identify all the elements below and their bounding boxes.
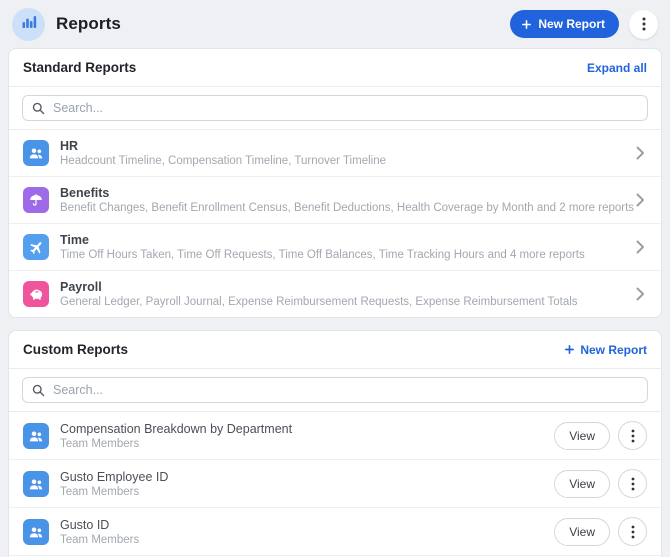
reports-logo bbox=[12, 7, 45, 41]
expand-all-link[interactable]: Expand all bbox=[587, 61, 647, 75]
people-icon bbox=[23, 470, 49, 497]
report-subtitle: Team Members bbox=[60, 437, 140, 450]
kebab-icon bbox=[631, 525, 635, 539]
kebab-icon bbox=[642, 17, 646, 31]
people-icon bbox=[23, 422, 49, 449]
custom-search-box bbox=[22, 377, 648, 403]
bar-chart-icon bbox=[21, 14, 37, 35]
report-name: Gusto Employee ID bbox=[60, 469, 169, 484]
view-button[interactable]: View bbox=[554, 517, 610, 546]
report-subtitle: Team Members bbox=[60, 533, 140, 546]
view-button[interactable]: View bbox=[554, 421, 610, 450]
standard-reports-list: HR Headcount Timeline, Compensation Time… bbox=[9, 130, 661, 317]
chevron-right-icon bbox=[636, 193, 645, 207]
chevron-right-icon bbox=[636, 287, 645, 301]
umbrella-icon bbox=[23, 187, 49, 213]
header-more-options-button[interactable] bbox=[629, 9, 658, 39]
report-name: Gusto ID bbox=[60, 517, 110, 532]
custom-reports-header: Custom Reports New Report bbox=[9, 331, 661, 369]
standard-reports-title: Standard Reports bbox=[23, 60, 137, 75]
search-icon bbox=[32, 384, 45, 397]
custom-report-row[interactable]: Compensation Breakdown by Department Tea… bbox=[9, 412, 661, 460]
standard-search-input[interactable] bbox=[53, 101, 638, 115]
standard-report-row[interactable]: HR Headcount Timeline, Compensation Time… bbox=[9, 130, 661, 177]
standard-report-row[interactable]: Payroll General Ledger, Payroll Journal,… bbox=[9, 271, 661, 317]
standard-search-box bbox=[22, 95, 648, 121]
view-button[interactable]: View bbox=[554, 469, 610, 498]
standard-report-row[interactable]: Time Time Off Hours Taken, Time Off Requ… bbox=[9, 224, 661, 271]
category-name: Payroll bbox=[60, 280, 102, 294]
category-description: Headcount Timeline, Compensation Timelin… bbox=[60, 155, 386, 167]
custom-reports-list: Compensation Breakdown by Department Tea… bbox=[9, 412, 661, 557]
plus-icon bbox=[521, 19, 532, 30]
custom-search-wrap bbox=[9, 369, 661, 412]
row-more-options-button[interactable] bbox=[618, 517, 647, 546]
plus-icon bbox=[564, 344, 575, 355]
kebab-icon bbox=[631, 429, 635, 443]
standard-search-wrap bbox=[9, 87, 661, 130]
category-description: Time Off Hours Taken, Time Off Requests,… bbox=[60, 249, 585, 261]
search-icon bbox=[32, 102, 45, 115]
category-name: HR bbox=[60, 139, 79, 153]
kebab-icon bbox=[631, 477, 635, 491]
people-icon bbox=[23, 140, 49, 166]
category-name: Benefits bbox=[60, 186, 110, 200]
people-icon bbox=[23, 518, 49, 545]
new-report-label: New Report bbox=[538, 17, 605, 31]
category-description: Benefit Changes, Benefit Enrollment Cens… bbox=[60, 202, 635, 214]
standard-reports-card: Standard Reports Expand all HR Headcount… bbox=[8, 48, 662, 318]
page-title: Reports bbox=[56, 14, 121, 33]
row-more-options-button[interactable] bbox=[618, 421, 647, 450]
category-description: General Ledger, Payroll Journal, Expense… bbox=[60, 296, 578, 308]
custom-reports-title: Custom Reports bbox=[23, 342, 129, 357]
category-name: Time bbox=[60, 233, 89, 247]
airplane-icon bbox=[23, 234, 49, 260]
custom-search-input[interactable] bbox=[53, 383, 638, 397]
page-header: Reports New Report bbox=[0, 0, 670, 48]
row-more-options-button[interactable] bbox=[618, 469, 647, 498]
new-report-button[interactable]: New Report bbox=[510, 10, 619, 38]
custom-reports-card: Custom Reports New Report Compensation B… bbox=[8, 330, 662, 557]
piggy-bank-icon bbox=[23, 281, 49, 307]
standard-reports-header: Standard Reports Expand all bbox=[9, 49, 661, 87]
chevron-right-icon bbox=[636, 146, 645, 160]
report-name: Compensation Breakdown by Department bbox=[60, 421, 293, 436]
report-subtitle: Team Members bbox=[60, 485, 140, 498]
custom-new-report-link[interactable]: New Report bbox=[564, 343, 647, 357]
standard-report-row[interactable]: Benefits Benefit Changes, Benefit Enroll… bbox=[9, 177, 661, 224]
custom-new-report-label: New Report bbox=[580, 342, 647, 357]
chevron-right-icon bbox=[636, 240, 645, 254]
custom-report-row[interactable]: Gusto Employee ID Team Members View bbox=[9, 460, 661, 508]
custom-report-row[interactable]: Gusto ID Team Members View bbox=[9, 508, 661, 556]
